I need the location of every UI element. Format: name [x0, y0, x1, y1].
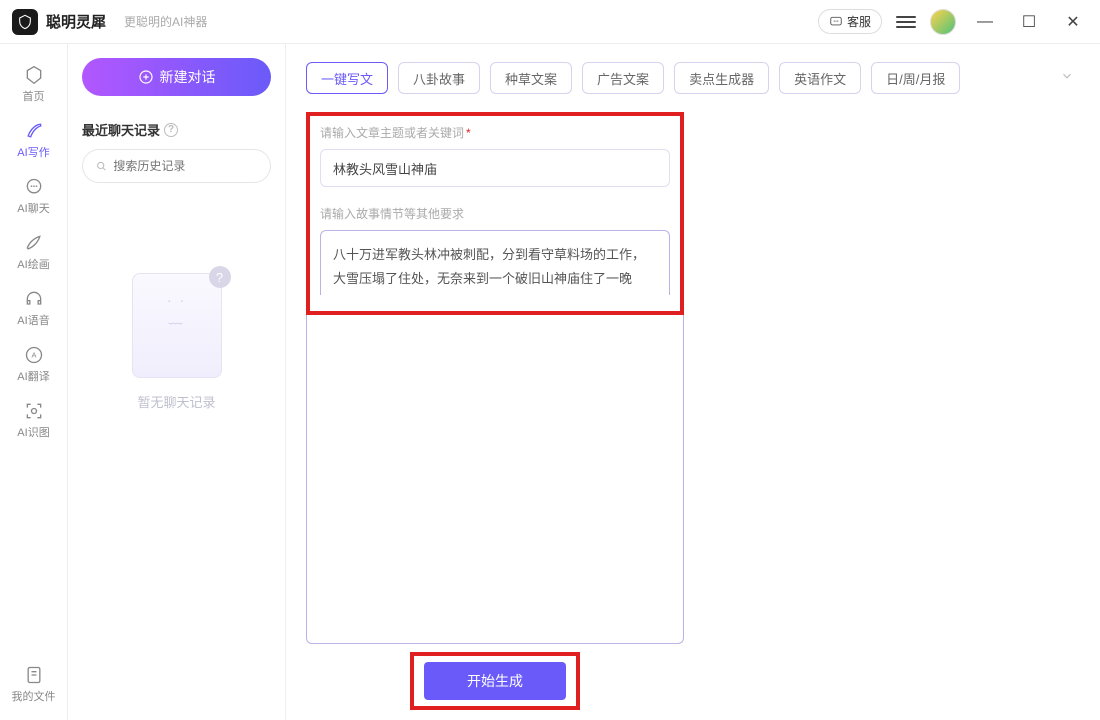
chat-icon [23, 176, 45, 198]
highlight-box-generate: 开始生成 [410, 652, 580, 710]
tag-gossip-story[interactable]: 八卦故事 [398, 62, 480, 94]
tag-label: 一键写文 [321, 69, 373, 88]
scan-icon [23, 400, 45, 422]
nav-label: 我的文件 [12, 688, 56, 704]
nav-label: AI语音 [17, 312, 49, 328]
nav-label: AI翻译 [17, 368, 49, 384]
recent-title: 最近聊天记录 [82, 120, 160, 139]
app-name: 聪明灵犀 [46, 11, 106, 32]
topic-label-text: 请输入文章主题或者关键词 [320, 126, 464, 140]
nav-label: AI写作 [17, 144, 49, 160]
topic-label: 请输入文章主题或者关键词* [320, 124, 670, 141]
plus-circle-icon [138, 69, 154, 85]
app-logo-icon [12, 9, 38, 35]
empty-history-text: 暂无聊天记录 [137, 392, 215, 411]
detail-label: 请输入故事情节等其他要求 [320, 205, 670, 222]
detail-textarea[interactable] [319, 325, 671, 633]
generate-button[interactable]: 开始生成 [424, 662, 566, 700]
nav-ai-chat[interactable]: AI聊天 [6, 168, 62, 224]
app-logo-group: 聪明灵犀 更聪明的AI神器 [12, 9, 207, 35]
menu-button[interactable] [896, 16, 916, 28]
nav-label: AI识图 [17, 424, 49, 440]
tag-label: 八卦故事 [413, 69, 465, 88]
nav-ai-translate[interactable]: A AI翻译 [6, 336, 62, 392]
tag-label: 广告文案 [597, 69, 649, 88]
recent-title-row: 最近聊天记录 ? [82, 120, 271, 139]
nav-home[interactable]: 首页 [6, 56, 62, 112]
history-panel: 新建对话 最近聊天记录 ? ? · ·﹏ 暂无聊天记录 [68, 44, 286, 720]
tag-report[interactable]: 日/周/月报 [871, 62, 960, 94]
tag-label: 种草文案 [505, 69, 557, 88]
nav-label: 首页 [23, 88, 45, 104]
tag-english-essay[interactable]: 英语作文 [779, 62, 861, 94]
svg-text:A: A [31, 351, 36, 360]
generate-label: 开始生成 [467, 673, 523, 689]
customer-service-button[interactable]: 客服 [818, 9, 882, 34]
chat-bubble-icon [829, 15, 843, 29]
tag-ad-copy[interactable]: 广告文案 [582, 62, 664, 94]
nav-ai-image-rec[interactable]: AI识图 [6, 392, 62, 448]
search-icon [95, 159, 107, 173]
template-tag-row: 一键写文 八卦故事 种草文案 广告文案 卖点生成器 英语作文 日/周/月报 [306, 62, 1082, 94]
nav-label: AI聊天 [17, 200, 49, 216]
nav-ai-draw[interactable]: AI绘画 [6, 224, 62, 280]
main-area: 一键写文 八卦故事 种草文案 广告文案 卖点生成器 英语作文 日/周/月报 请输… [286, 44, 1100, 720]
highlight-box-inputs: 请输入文章主题或者关键词* 请输入故事情节等其他要求 八十万进军教头林冲被刺配，… [306, 112, 684, 315]
tag-selling-point[interactable]: 卖点生成器 [674, 62, 769, 94]
feather-icon [23, 120, 45, 142]
nav-label: AI绘画 [17, 256, 49, 272]
history-search-input[interactable] [113, 159, 258, 173]
nav-ai-voice[interactable]: AI语音 [6, 280, 62, 336]
tags-expand-button[interactable] [1052, 69, 1082, 88]
question-badge-icon: ? [209, 266, 231, 288]
tag-label: 日/周/月报 [886, 69, 945, 88]
window-minimize-button[interactable]: — [970, 13, 1000, 31]
left-nav: 首页 AI写作 AI聊天 AI绘画 AI语音 A AI翻译 AI识图 [0, 44, 68, 720]
tag-one-click-write[interactable]: 一键写文 [306, 62, 388, 94]
user-avatar[interactable] [930, 9, 956, 35]
chevron-down-icon [1060, 69, 1074, 83]
topic-input[interactable] [320, 149, 670, 187]
title-bar: 聪明灵犀 更聪明的AI神器 客服 — ☐ ✕ [0, 0, 1100, 44]
empty-history: ? · ·﹏ 暂无聊天记录 [82, 273, 271, 411]
window-maximize-button[interactable]: ☐ [1014, 12, 1044, 32]
nav-ai-write[interactable]: AI写作 [6, 112, 62, 168]
tag-label: 卖点生成器 [689, 69, 754, 88]
history-search[interactable] [82, 149, 271, 183]
nav-my-files[interactable]: 我的文件 [6, 656, 62, 712]
tag-grass-copy[interactable]: 种草文案 [490, 62, 572, 94]
new-chat-button[interactable]: 新建对话 [82, 58, 271, 96]
new-chat-label: 新建对话 [160, 67, 216, 87]
hexagon-icon [23, 64, 45, 86]
globe-a-icon: A [23, 344, 45, 366]
tag-label: 英语作文 [794, 69, 846, 88]
customer-service-label: 客服 [847, 13, 871, 30]
empty-illustration: ? · ·﹏ [132, 273, 222, 378]
headphones-icon [23, 288, 45, 310]
window-close-button[interactable]: ✕ [1058, 12, 1088, 32]
app-tagline: 更聪明的AI神器 [124, 13, 207, 30]
brush-icon [23, 232, 45, 254]
detail-textarea-preview: 八十万进军教头林冲被刺配，分到看守草料场的工作，大雪压塌了住处，无奈来到一个破旧… [333, 243, 657, 291]
file-icon [23, 664, 45, 686]
help-icon[interactable]: ? [164, 123, 178, 137]
